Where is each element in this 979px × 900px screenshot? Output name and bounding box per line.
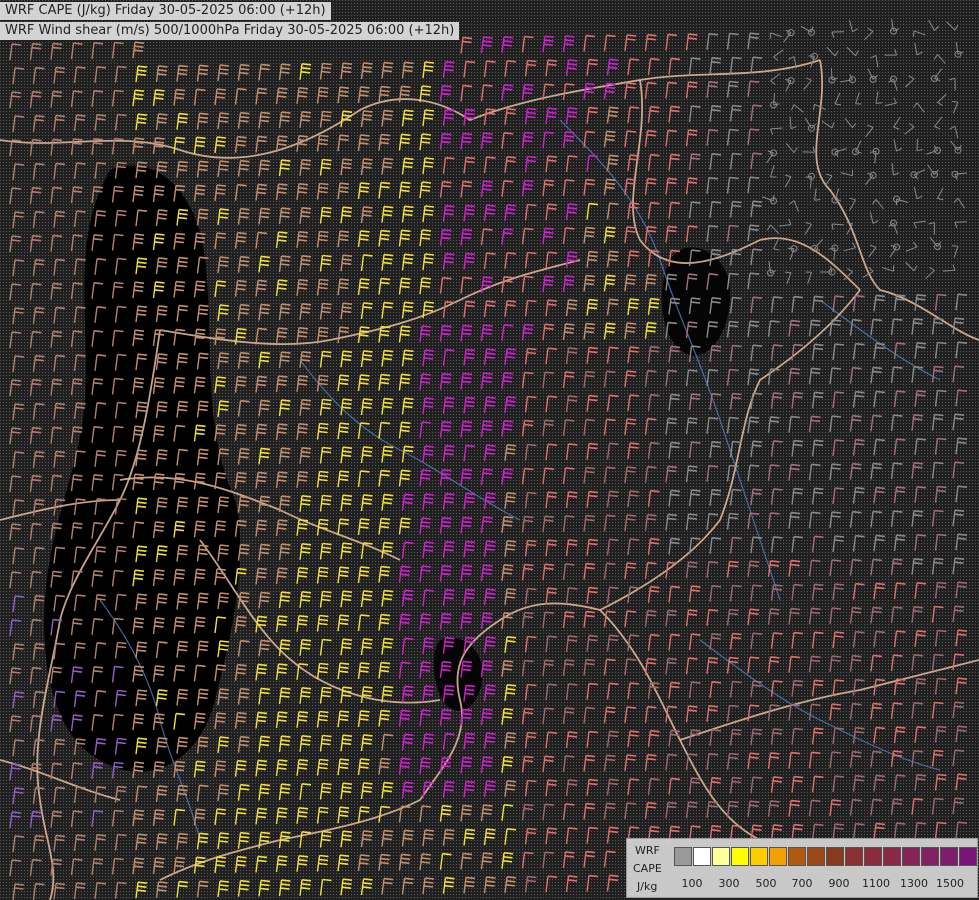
legend-label-units: J/kg: [637, 880, 658, 893]
legend-tick-label: 1500: [936, 877, 964, 890]
legend-tick-label: 1100: [862, 877, 890, 890]
legend-swatch: [883, 847, 901, 866]
legend-tick-label: 300: [718, 877, 740, 890]
legend-label-wrf: WRF: [635, 844, 660, 857]
legend-swatch: [712, 847, 730, 866]
legend-tick-label: 900: [828, 877, 850, 890]
legend-swatch: [731, 847, 749, 866]
legend-swatch: [864, 847, 882, 866]
map-title-cape: WRF CAPE (J/kg) Friday 30-05-2025 06:00 …: [0, 2, 331, 20]
legend-swatch: [826, 847, 844, 866]
cape-legend: WRF CAPE J/kg 100 300 500 700 900 1100 1300 150…: [626, 838, 978, 898]
legend-tick-labels: 100 300 500 700 900 1100 1300 1500: [672, 877, 972, 891]
legend-swatch: [769, 847, 787, 866]
cape-shear-map: [0, 0, 979, 900]
legend-swatch: [750, 847, 768, 866]
legend-tick-label: 1300: [900, 877, 928, 890]
legend-swatch: [940, 847, 958, 866]
legend-color-scale: [674, 847, 978, 866]
legend-label-cape: CAPE: [633, 862, 662, 875]
legend-swatch: [674, 847, 692, 866]
legend-tick-label: 700: [791, 877, 813, 890]
legend-swatch: [959, 847, 977, 866]
legend-swatch: [693, 847, 711, 866]
legend-tick-label: 500: [755, 877, 777, 890]
legend-swatch: [788, 847, 806, 866]
legend-swatch: [845, 847, 863, 866]
legend-swatch: [902, 847, 920, 866]
legend-swatch: [921, 847, 939, 866]
legend-swatch: [807, 847, 825, 866]
legend-tick-label: 100: [681, 877, 703, 890]
map-title-wind-shear: WRF Wind shear (m/s) 500/1000hPa Friday …: [0, 22, 460, 40]
